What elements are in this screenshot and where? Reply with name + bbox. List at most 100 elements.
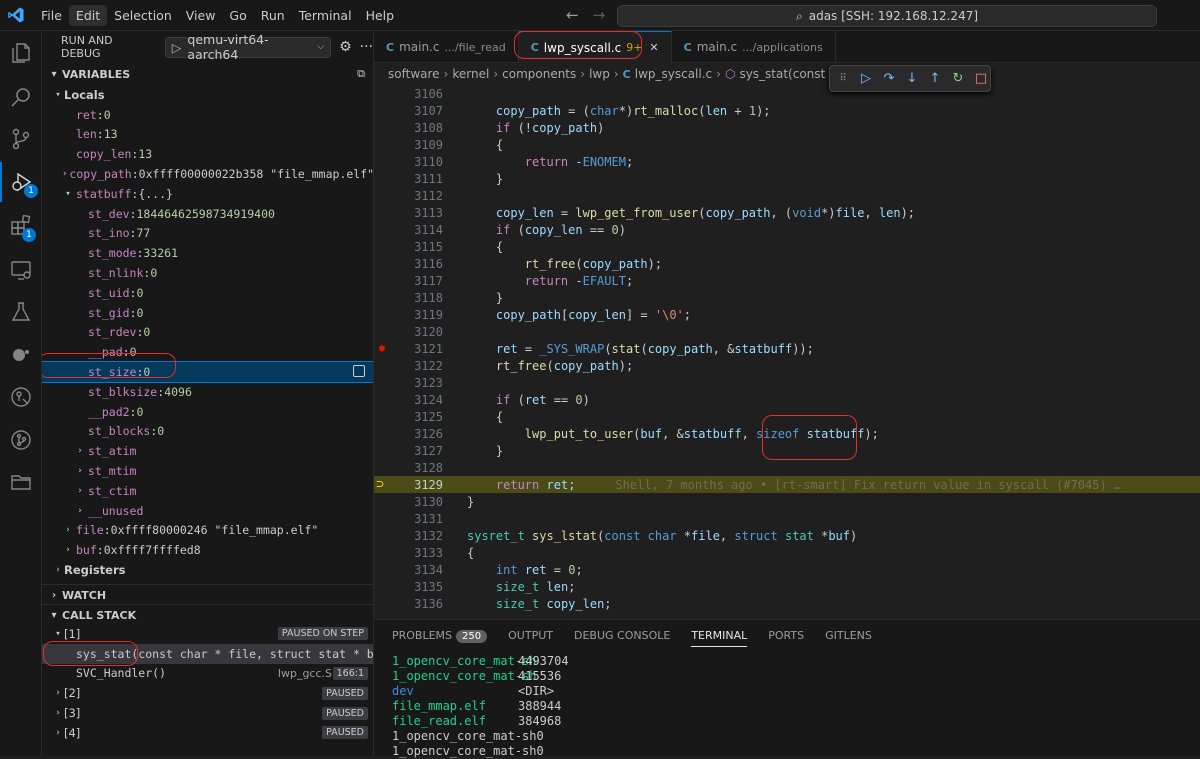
folder-icon[interactable]: [0, 462, 42, 502]
locals-scope[interactable]: ▾ Locals: [42, 85, 373, 105]
variable-st-mtim[interactable]: › st_mtim: [42, 461, 373, 481]
breadcrumb-item[interactable]: kernel: [452, 67, 489, 81]
code-line[interactable]: 3110 return -ENOMEM;: [374, 153, 1200, 170]
variables-section-header[interactable]: ▾ VARIABLES ⧉: [42, 63, 373, 85]
search-icon[interactable]: [0, 77, 42, 117]
code-line[interactable]: 3119 copy_path[copy_len] = '\0';: [374, 306, 1200, 323]
stack-frame[interactable]: sys_stat(const char * file, struct stat …: [42, 643, 373, 664]
code-line[interactable]: 3133 {: [374, 544, 1200, 561]
thread-row[interactable]: › [2] PAUSED: [42, 683, 373, 703]
panel-tab-ports[interactable]: PORTS: [768, 629, 804, 642]
variable-st-atim[interactable]: › st_atim: [42, 441, 373, 461]
variable-st-blocks[interactable]: st_blocks: 0: [42, 422, 373, 442]
code-line[interactable]: 3134 int ret = 0;: [374, 561, 1200, 578]
source-control-icon[interactable]: [0, 119, 42, 159]
breadcrumb-item[interactable]: software: [388, 67, 440, 81]
editor-tab-1[interactable]: Cmain.c .../file_read: [374, 31, 519, 63]
variable-copy-len[interactable]: copy_len: 13: [42, 144, 373, 164]
code-line[interactable]: 3124 if (ret == 0): [374, 391, 1200, 408]
chevron-right-icon[interactable]: ›: [74, 506, 86, 516]
code-line[interactable]: 3127 }: [374, 442, 1200, 459]
menu-item-selection[interactable]: Selection: [107, 5, 179, 26]
menu-item-edit[interactable]: Edit: [68, 4, 108, 26]
panel-tab-output[interactable]: OUTPUT: [508, 629, 553, 642]
menu-item-file[interactable]: File: [34, 5, 69, 26]
code-line[interactable]: 3136 size_t copy_len;: [374, 595, 1200, 612]
code-line[interactable]: 3131: [374, 510, 1200, 527]
variable-st-nlink[interactable]: st_nlink: 0: [42, 263, 373, 283]
thread-row[interactable]: › [4] PAUSED: [42, 723, 373, 743]
variable-st-ino[interactable]: st_ino: 77: [42, 224, 373, 244]
code-line[interactable]: 3113 copy_len = lwp_get_from_user(copy_p…: [374, 204, 1200, 221]
code-line[interactable]: ⊃ 3129 return ret; Shell, 7 months ago • […: [374, 476, 1200, 493]
start-debug-icon[interactable]: ▷: [172, 40, 182, 55]
extensions-icon[interactable]: 1: [0, 206, 42, 246]
explorer-icon[interactable]: [0, 33, 42, 73]
code-line[interactable]: 3111 }: [374, 170, 1200, 187]
code-line[interactable]: 3118 }: [374, 289, 1200, 306]
panel-tab-problems[interactable]: PROBLEMS 250: [392, 629, 488, 643]
code-line[interactable]: 3117 return -EFAULT;: [374, 272, 1200, 289]
docker-icon[interactable]: [0, 334, 42, 374]
variable-statbuff[interactable]: ▾ statbuff: {...}: [42, 184, 373, 204]
gitlens-icon[interactable]: [0, 377, 42, 417]
editor-tab-2[interactable]: Clwp_syscall.c 9+ ✕: [518, 31, 672, 63]
variable-copy-path[interactable]: › copy_path: 0xffff00000022b358 "file_mma…: [42, 164, 373, 184]
collapse-all-icon[interactable]: ⧉: [357, 67, 365, 81]
view-binary-icon[interactable]: [353, 365, 365, 378]
code-line[interactable]: 3108 if (!copy_path): [374, 119, 1200, 136]
launch-config-select[interactable]: ▷ qemu-virt64-aarch64 ⌵: [164, 32, 332, 62]
callstack-section-header[interactable]: ▾ CALL STACK: [42, 604, 373, 626]
code-line[interactable]: 3132 sysret_t sys_lstat(const char *file,…: [374, 527, 1200, 544]
code-line[interactable]: 3125 {: [374, 408, 1200, 425]
chevron-right-icon[interactable]: ›: [74, 466, 86, 476]
code-line[interactable]: 3112: [374, 187, 1200, 204]
menu-item-view[interactable]: View: [179, 5, 223, 26]
chevron-right-icon[interactable]: ›: [62, 525, 74, 535]
code-line[interactable]: 3107 copy_path = (char*)rt_malloc(len + …: [374, 102, 1200, 119]
forward-arrow-icon[interactable]: →: [593, 6, 606, 24]
testing-icon[interactable]: [0, 292, 42, 332]
close-icon[interactable]: ✕: [649, 41, 658, 54]
variable---pad[interactable]: __pad: 0: [42, 342, 373, 362]
panel-tab-gitlens[interactable]: GITLENS: [825, 629, 872, 642]
code-line[interactable]: 3126 lwp_put_to_user(buf, &statbuff, siz…: [374, 425, 1200, 442]
code-line[interactable]: 3130}: [374, 493, 1200, 510]
variable-st-gid[interactable]: st_gid: 0: [42, 303, 373, 323]
breakpoint-icon[interactable]: ●: [379, 343, 385, 354]
code-line[interactable]: 3116 rt_free(copy_path);: [374, 255, 1200, 272]
breadcrumb-item[interactable]: components: [502, 67, 576, 81]
variable-ret[interactable]: ret: 0: [42, 105, 373, 125]
code-line[interactable]: 3109 {: [374, 136, 1200, 153]
stack-frame[interactable]: SVC_Handler() lwp_gcc.S 166:1: [42, 664, 373, 684]
variable-st-uid[interactable]: st_uid: 0: [42, 283, 373, 303]
chevron-right-icon[interactable]: ›: [74, 486, 86, 496]
watch-section-header[interactable]: › WATCH: [42, 584, 373, 606]
variable-st-size[interactable]: st_size: 0: [42, 361, 373, 383]
chevron-right-icon[interactable]: ›: [62, 545, 74, 555]
code-line[interactable]: 3115 {: [374, 238, 1200, 255]
more-actions-icon[interactable]: ···: [360, 39, 373, 55]
variable-st-rdev[interactable]: st_rdev: 0: [42, 323, 373, 343]
chevron-right-icon[interactable]: ›: [62, 169, 67, 179]
variable---pad2[interactable]: __pad2: 0: [42, 402, 373, 422]
run-debug-icon[interactable]: 1: [0, 162, 42, 202]
menu-item-go[interactable]: Go: [222, 5, 253, 26]
back-arrow-icon[interactable]: ←: [566, 6, 579, 24]
code-line[interactable]: ● 3121 ret = _SYS_WRAP(stat(copy_path, &s…: [374, 340, 1200, 357]
variable---unused[interactable]: › __unused: [42, 501, 373, 521]
editor-tab-3[interactable]: Cmain.c .../applications: [672, 31, 836, 63]
remote-explorer-icon[interactable]: [0, 250, 42, 290]
menu-item-terminal[interactable]: Terminal: [292, 5, 359, 26]
variable-st-mode[interactable]: st_mode: 33261: [42, 243, 373, 263]
chevron-right-icon[interactable]: ›: [74, 446, 86, 456]
panel-tab-terminal[interactable]: TERMINAL: [691, 629, 748, 647]
variable-file[interactable]: › file: 0xffff80000246 "file_mmap.elf": [42, 521, 373, 541]
variable-st-blksize[interactable]: st_blksize: 4096: [42, 382, 373, 402]
code-line[interactable]: 3122 rt_free(copy_path);: [374, 357, 1200, 374]
terminal-output[interactable]: 1_opencv_core_mat-sh 4493704 1_opencv_core…: [374, 650, 1200, 759]
thread-row[interactable]: ▾ [1] PAUSED ON STEP: [42, 624, 373, 644]
registers-scope[interactable]: › Registers: [42, 560, 373, 580]
code-line[interactable]: 3114 if (copy_len == 0): [374, 221, 1200, 238]
breadcrumb-item[interactable]: lwp_syscall.c: [635, 67, 712, 81]
